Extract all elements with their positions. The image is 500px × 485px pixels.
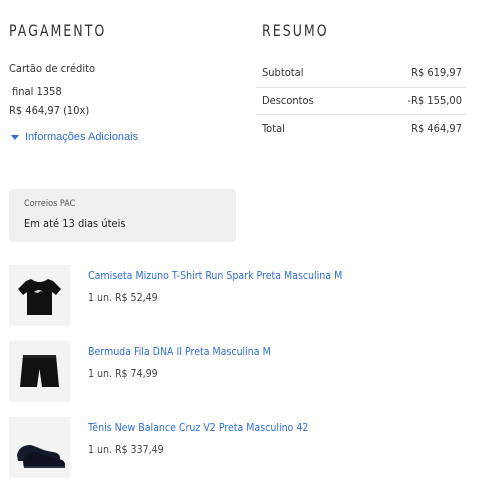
shipping-box: Correios PAC Em até 13 dias úteis	[9, 189, 236, 242]
payment-title: PAGAMENTO	[9, 22, 107, 41]
summary-row-discounts: Descontos -R$ 155,00	[262, 94, 462, 107]
product-image[interactable]	[9, 265, 70, 326]
summary-label: Descontos	[262, 94, 314, 107]
product-name-link[interactable]: Bermuda Fila DNA II Preta Masculina M	[88, 346, 271, 358]
shorts-icon	[20, 355, 59, 387]
installments: R$ 464,97 (10x)	[9, 104, 90, 117]
product-name-link[interactable]: Camiseta Mizuno T-Shirt Run Spark Preta …	[88, 270, 342, 282]
shipping-carrier: Correios PAC	[24, 199, 76, 209]
divider	[256, 114, 466, 115]
summary-value: -R$ 155,00	[407, 94, 462, 107]
summary-label: Subtotal	[262, 66, 304, 79]
product-image[interactable]	[9, 417, 70, 478]
product-price: 1 un. R$ 337,49	[88, 444, 164, 456]
summary-row-total: Total R$ 464,97	[262, 122, 462, 135]
summary-value: R$ 619,97	[411, 66, 462, 79]
chevron-down-icon	[11, 134, 19, 140]
summary-row-subtotal: Subtotal R$ 619,97	[262, 66, 462, 79]
product-price: 1 un. R$ 52,49	[88, 292, 158, 304]
tshirt-icon	[18, 279, 61, 315]
product-price: 1 un. R$ 74,99	[88, 368, 158, 380]
product-name-link[interactable]: Tênis New Balance Cruz V2 Preta Masculin…	[88, 422, 308, 434]
summary-value: R$ 464,97	[411, 122, 462, 135]
summary-title: RESUMO	[262, 22, 329, 41]
card-ending: final 1358	[12, 85, 62, 98]
product-image[interactable]	[9, 341, 70, 402]
shipping-eta: Em até 13 dias úteis	[24, 217, 126, 230]
additional-info-toggle[interactable]: Informações Adicionais	[11, 131, 138, 143]
divider	[256, 87, 466, 88]
summary-label: Total	[262, 122, 285, 135]
payment-method: Cartão de crédito	[9, 62, 96, 75]
additional-info-label: Informações Adicionais	[25, 131, 139, 143]
sneakers-icon	[17, 445, 65, 468]
